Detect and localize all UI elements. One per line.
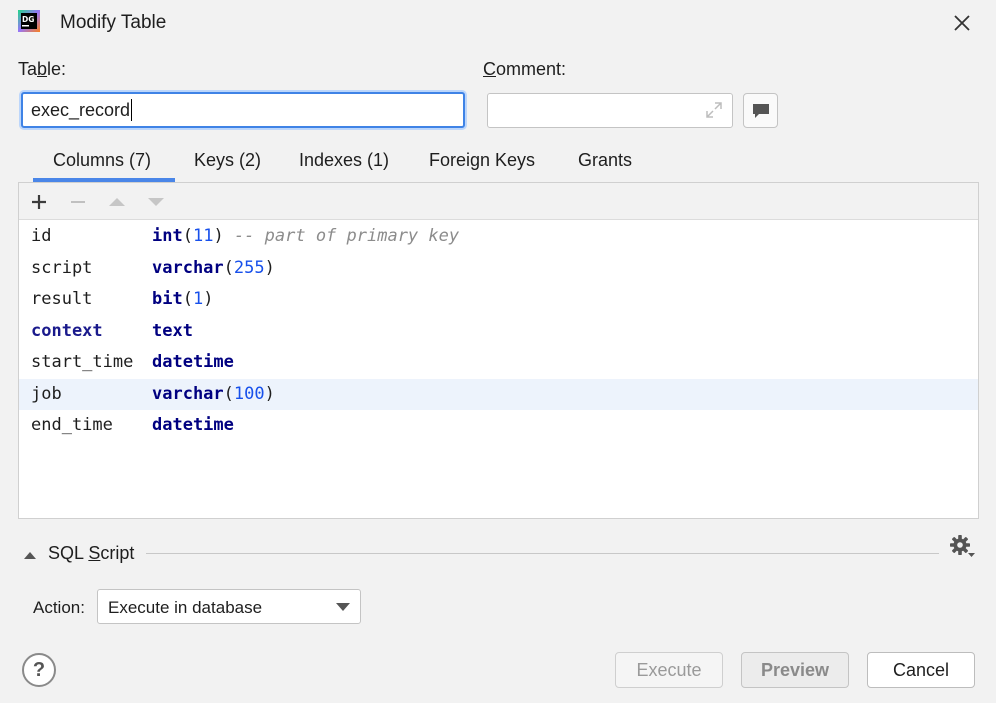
speech-bubble-icon	[752, 103, 769, 118]
tab-columns[interactable]: Columns (7)	[51, 150, 153, 171]
action-select[interactable]: Execute in database	[97, 589, 361, 624]
move-up-button[interactable]	[105, 190, 129, 214]
collapse-arrow-icon[interactable]	[24, 547, 36, 559]
table-row[interactable]: result bit(1)	[19, 284, 978, 315]
table-label: Table:	[18, 59, 67, 79]
table-row[interactable]: start_time datetime	[19, 347, 978, 378]
tab-indexes[interactable]: Indexes (1)	[297, 150, 391, 171]
table-row-selected[interactable]: job varchar(100)	[19, 379, 978, 410]
table-row[interactable]: context text	[19, 316, 978, 347]
expand-icon[interactable]	[704, 100, 724, 120]
svg-text:DG: DG	[22, 15, 34, 24]
action-label: Action:	[33, 598, 85, 617]
tab-foreign-keys[interactable]: Foreign Keys	[427, 150, 537, 171]
text-caret	[131, 99, 132, 121]
comment-input[interactable]	[487, 93, 733, 128]
arrow-up-icon	[109, 198, 125, 206]
close-icon	[954, 15, 970, 31]
add-column-button[interactable]	[27, 190, 51, 214]
settings-button[interactable]	[948, 534, 976, 560]
table-row[interactable]: end_time datetime	[19, 410, 978, 441]
gear-icon	[950, 535, 975, 557]
execute-button[interactable]: Execute	[615, 652, 723, 688]
datagrip-logo-icon: DG	[18, 10, 40, 32]
tab-grants[interactable]: Grants	[576, 150, 634, 171]
comment-label: Comment:	[483, 59, 567, 79]
table-name-input[interactable]	[21, 92, 465, 128]
remove-column-button[interactable]	[66, 190, 90, 214]
window-title: Modify Table	[60, 12, 167, 33]
plus-icon	[32, 195, 46, 209]
preview-button[interactable]: Preview	[741, 652, 849, 688]
help-button[interactable]: ?	[22, 653, 56, 687]
table-row[interactable]: script varchar(255)	[19, 253, 978, 284]
tab-keys[interactable]: Keys (2)	[192, 150, 263, 171]
chevron-down-icon	[336, 603, 350, 611]
arrow-down-icon	[148, 198, 164, 206]
move-down-button[interactable]	[144, 190, 168, 214]
table-row[interactable]: id int(11) -- part of primary key	[19, 221, 978, 252]
comment-editor-button[interactable]	[743, 93, 778, 128]
section-divider	[146, 553, 939, 554]
sql-script-toggle[interactable]: SQL Script	[48, 543, 134, 564]
cancel-button[interactable]: Cancel	[867, 652, 975, 688]
minus-icon	[71, 201, 85, 203]
close-button[interactable]	[948, 9, 976, 37]
